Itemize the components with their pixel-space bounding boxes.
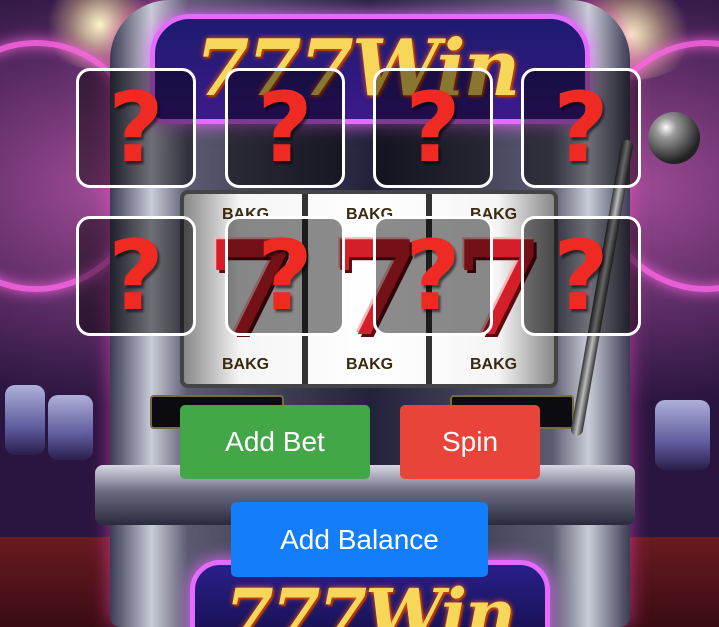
- question-mark-icon: ?: [553, 72, 609, 184]
- add-bet-button[interactable]: Add Bet: [180, 405, 370, 479]
- card-3[interactable]: ?: [373, 68, 493, 188]
- card-7[interactable]: ?: [373, 216, 493, 336]
- card-5[interactable]: ?: [76, 216, 196, 336]
- spin-button[interactable]: Spin: [400, 405, 540, 479]
- card-1[interactable]: ?: [76, 68, 196, 188]
- question-mark-icon: ?: [108, 220, 164, 332]
- question-mark-icon: ?: [257, 220, 313, 332]
- add-balance-button[interactable]: Add Balance: [231, 502, 488, 577]
- card-2[interactable]: ?: [225, 68, 345, 188]
- card-4[interactable]: ?: [521, 68, 641, 188]
- question-mark-icon: ?: [257, 72, 313, 184]
- question-mark-icon: ?: [405, 220, 461, 332]
- question-mark-icon: ?: [553, 220, 609, 332]
- question-mark-icon: ?: [108, 72, 164, 184]
- card-8[interactable]: ?: [521, 216, 641, 336]
- question-mark-icon: ?: [405, 72, 461, 184]
- card-6[interactable]: ?: [225, 216, 345, 336]
